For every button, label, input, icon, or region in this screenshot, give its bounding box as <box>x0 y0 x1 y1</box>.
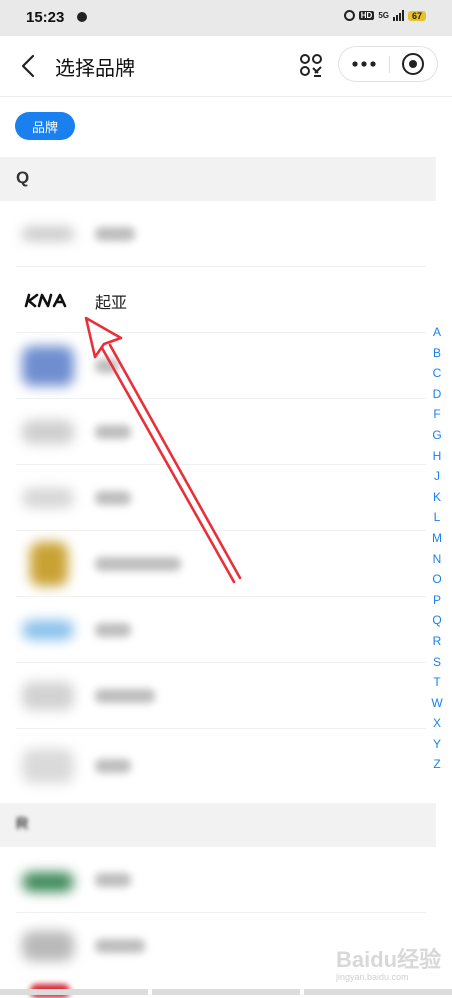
brand-name: 起亚 <box>95 293 128 312</box>
battery-icon: 67 <box>407 10 426 21</box>
index-letter[interactable]: B <box>428 343 446 364</box>
baidu-watermark: Baidu经验 jingyan.baidu.com <box>336 942 441 982</box>
brand-name-blurred <box>95 425 131 439</box>
index-letter[interactable]: P <box>428 590 446 611</box>
brand-logo <box>22 682 74 710</box>
index-letter[interactable]: K <box>428 487 446 508</box>
watermark-sub: jingyan.baidu.com <box>336 972 409 982</box>
section-header-r: R <box>0 803 436 847</box>
bottom-edge <box>0 989 452 995</box>
row-divider <box>16 728 426 729</box>
scan-icon[interactable] <box>298 52 324 78</box>
index-letter[interactable]: W <box>428 693 446 714</box>
index-letter[interactable]: G <box>428 425 446 446</box>
brand-name-blurred <box>95 623 131 637</box>
kia-logo <box>24 293 67 308</box>
index-letter[interactable]: F <box>428 404 446 425</box>
brand-name-blurred <box>95 939 145 953</box>
brand-logo <box>22 488 74 508</box>
brand-logo <box>22 346 74 386</box>
brand-name-blurred <box>95 689 155 703</box>
index-letter[interactable]: X <box>428 713 446 734</box>
brand-logo <box>22 872 74 892</box>
brand-name-blurred <box>95 557 181 571</box>
notification-icon <box>77 12 87 22</box>
index-letter[interactable]: Y <box>428 734 446 755</box>
hd-icon: HD <box>358 11 375 20</box>
index-letter[interactable]: L <box>428 507 446 528</box>
brand-logo <box>22 749 74 783</box>
index-letter[interactable]: N <box>428 549 446 570</box>
page-title: 选择品牌 <box>55 56 135 80</box>
brand-name-blurred <box>95 491 131 505</box>
brand-logo <box>22 227 74 241</box>
brand-filter-chip[interactable]: 品牌 <box>15 112 75 140</box>
index-letter[interactable]: J <box>428 466 446 487</box>
index-letter[interactable]: Q <box>428 610 446 631</box>
section-header-q: Q <box>0 157 436 201</box>
brand-row[interactable] <box>0 733 436 799</box>
brand-name-blurred <box>95 873 131 887</box>
status-bar: 15:23 HD 5G 67 <box>0 0 452 36</box>
brand-name-blurred <box>95 227 135 241</box>
brand-name-blurred <box>95 359 119 373</box>
close-target-icon[interactable] <box>390 47 438 81</box>
brand-row[interactable] <box>0 201 436 267</box>
section-letter: R <box>16 814 29 833</box>
index-letter[interactable]: R <box>428 631 446 652</box>
brand-row[interactable] <box>0 333 436 399</box>
brand-logo <box>22 620 74 640</box>
index-letter[interactable]: O <box>428 569 446 590</box>
index-letter[interactable]: H <box>428 446 446 467</box>
brand-row[interactable] <box>0 399 436 465</box>
index-letter[interactable]: A <box>428 322 446 343</box>
brand-logo <box>30 542 68 586</box>
alarm-icon <box>343 10 355 21</box>
section-letter: Q <box>16 168 30 187</box>
brand-logo <box>22 931 74 961</box>
status-time: 15:23 <box>26 9 65 26</box>
network-label: 5G <box>378 11 389 20</box>
status-icons: HD 5G 67 <box>343 10 426 21</box>
more-icon[interactable] <box>339 47 389 81</box>
back-icon[interactable] <box>20 54 38 78</box>
brand-name-blurred <box>95 759 131 773</box>
brand-row[interactable] <box>0 597 436 663</box>
index-letter[interactable]: S <box>428 652 446 673</box>
index-letter[interactable]: M <box>428 528 446 549</box>
index-letter[interactable]: Z <box>428 754 446 775</box>
brand-row-kia[interactable]: 起亚 <box>0 267 436 333</box>
index-letter[interactable]: D <box>428 384 446 405</box>
brand-row[interactable] <box>0 465 436 531</box>
brand-row[interactable] <box>0 531 436 597</box>
signal-icon <box>392 10 404 21</box>
index-letter[interactable]: T <box>428 672 446 693</box>
brand-row[interactable] <box>0 847 436 913</box>
watermark-text: Baidu经验 <box>336 947 442 972</box>
mini-program-capsule <box>338 46 438 82</box>
nav-bar: 选择品牌 <box>0 36 452 97</box>
brand-row[interactable] <box>0 663 436 729</box>
index-letter[interactable]: C <box>428 363 446 384</box>
brand-logo <box>22 420 74 444</box>
alphabet-index[interactable]: ABCDFGHJKLMNOPQRSTWXYZ <box>428 322 446 775</box>
